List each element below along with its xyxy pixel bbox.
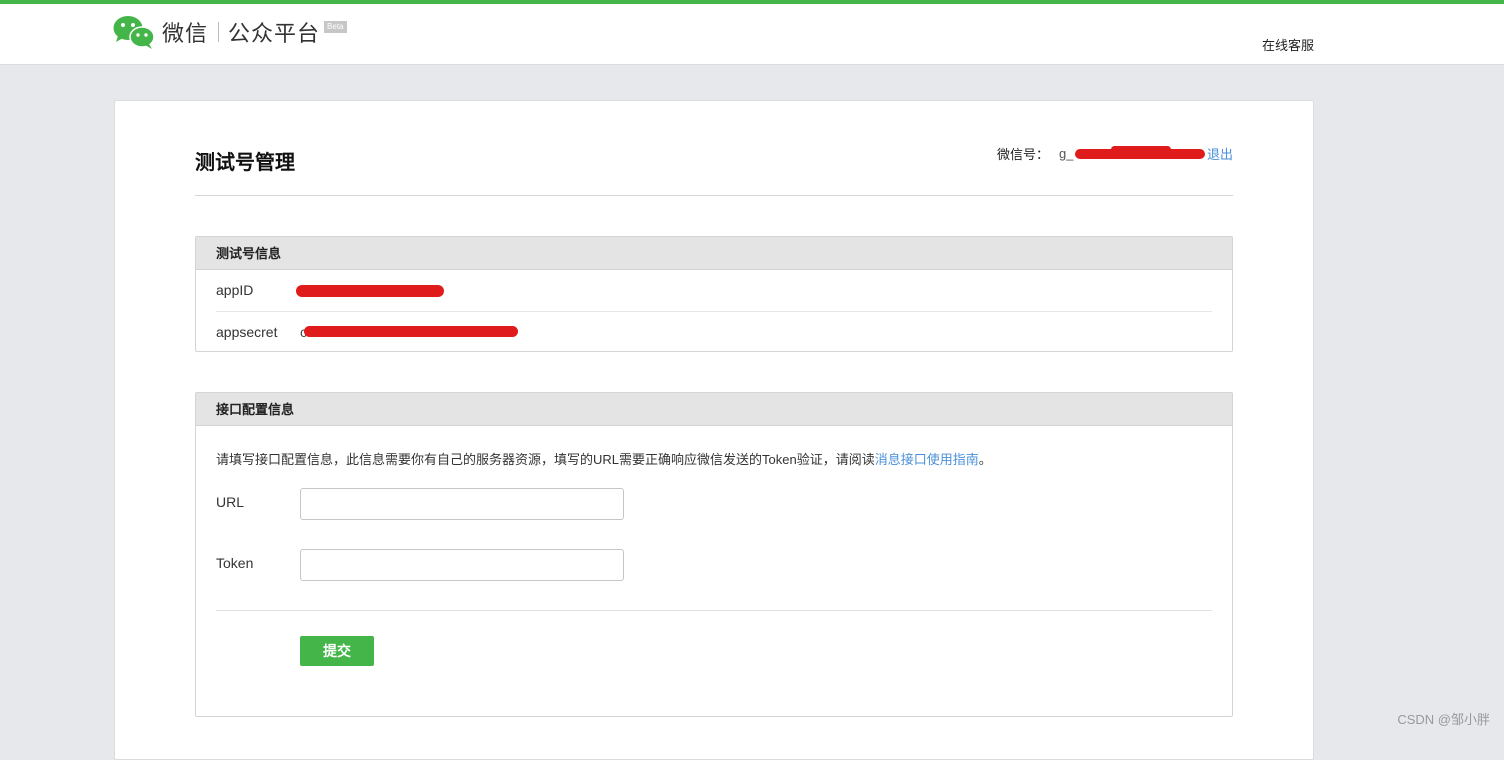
appsecret-row: appsecret c7…a2e [216, 311, 1212, 352]
appid-row: appID w… [216, 270, 1212, 311]
appsecret-label: appsecret [216, 312, 277, 352]
url-label: URL [216, 494, 244, 510]
panel-heading: 测试号信息 [196, 237, 1232, 270]
logo[interactable]: 微信 公众平台 Beta [112, 14, 347, 50]
token-label: Token [216, 555, 253, 571]
token-input[interactable] [300, 549, 624, 581]
title-divider [195, 195, 1233, 196]
redaction-mark [304, 326, 518, 337]
online-support-link[interactable]: 在线客服 [1262, 35, 1314, 54]
panel-heading: 接口配置信息 [196, 393, 1232, 426]
test-account-info-panel: 测试号信息 appID w… appsecret c7…a2e [195, 236, 1233, 352]
form-divider [216, 610, 1212, 611]
main-card: 测试号管理 微信号： g_ … c4182 退出 测试号信息 appID w… … [114, 100, 1314, 760]
interface-config-panel: 接口配置信息 请填写接口配置信息，此信息需要你有自己的服务器资源，填写的URL需… [195, 392, 1233, 717]
submit-button[interactable]: 提交 [300, 636, 374, 666]
logo-wechat-text: 微信 [162, 16, 208, 48]
watermark: CSDN @邹小胖 [1397, 709, 1490, 728]
logo-separator [218, 22, 219, 42]
account-info: 微信号： g_ … c4182 退出 [997, 144, 1233, 163]
account-label: 微信号： [997, 144, 1049, 163]
redaction-mark [296, 285, 444, 297]
config-description-end: 。 [979, 452, 992, 467]
logout-link[interactable]: 退出 [1207, 144, 1233, 163]
page-title: 测试号管理 [195, 146, 295, 175]
message-api-guide-link[interactable]: 消息接口使用指南 [875, 452, 979, 467]
url-input[interactable] [300, 488, 624, 520]
config-description-text: 请填写接口配置信息，此信息需要你有自己的服务器资源，填写的URL需要正确响应微信… [216, 452, 875, 467]
logo-platform-text: 公众平台 [228, 16, 320, 48]
header: 微信 公众平台 Beta 在线客服 [0, 4, 1504, 65]
wechat-logo-icon [112, 14, 156, 50]
config-description: 请填写接口配置信息，此信息需要你有自己的服务器资源，填写的URL需要正确响应微信… [216, 449, 992, 468]
redaction-mark [1111, 146, 1171, 153]
account-value-redacted: g_ … c4182 [1051, 146, 1201, 162]
appid-label: appID [216, 270, 253, 310]
beta-badge: Beta [324, 21, 346, 33]
